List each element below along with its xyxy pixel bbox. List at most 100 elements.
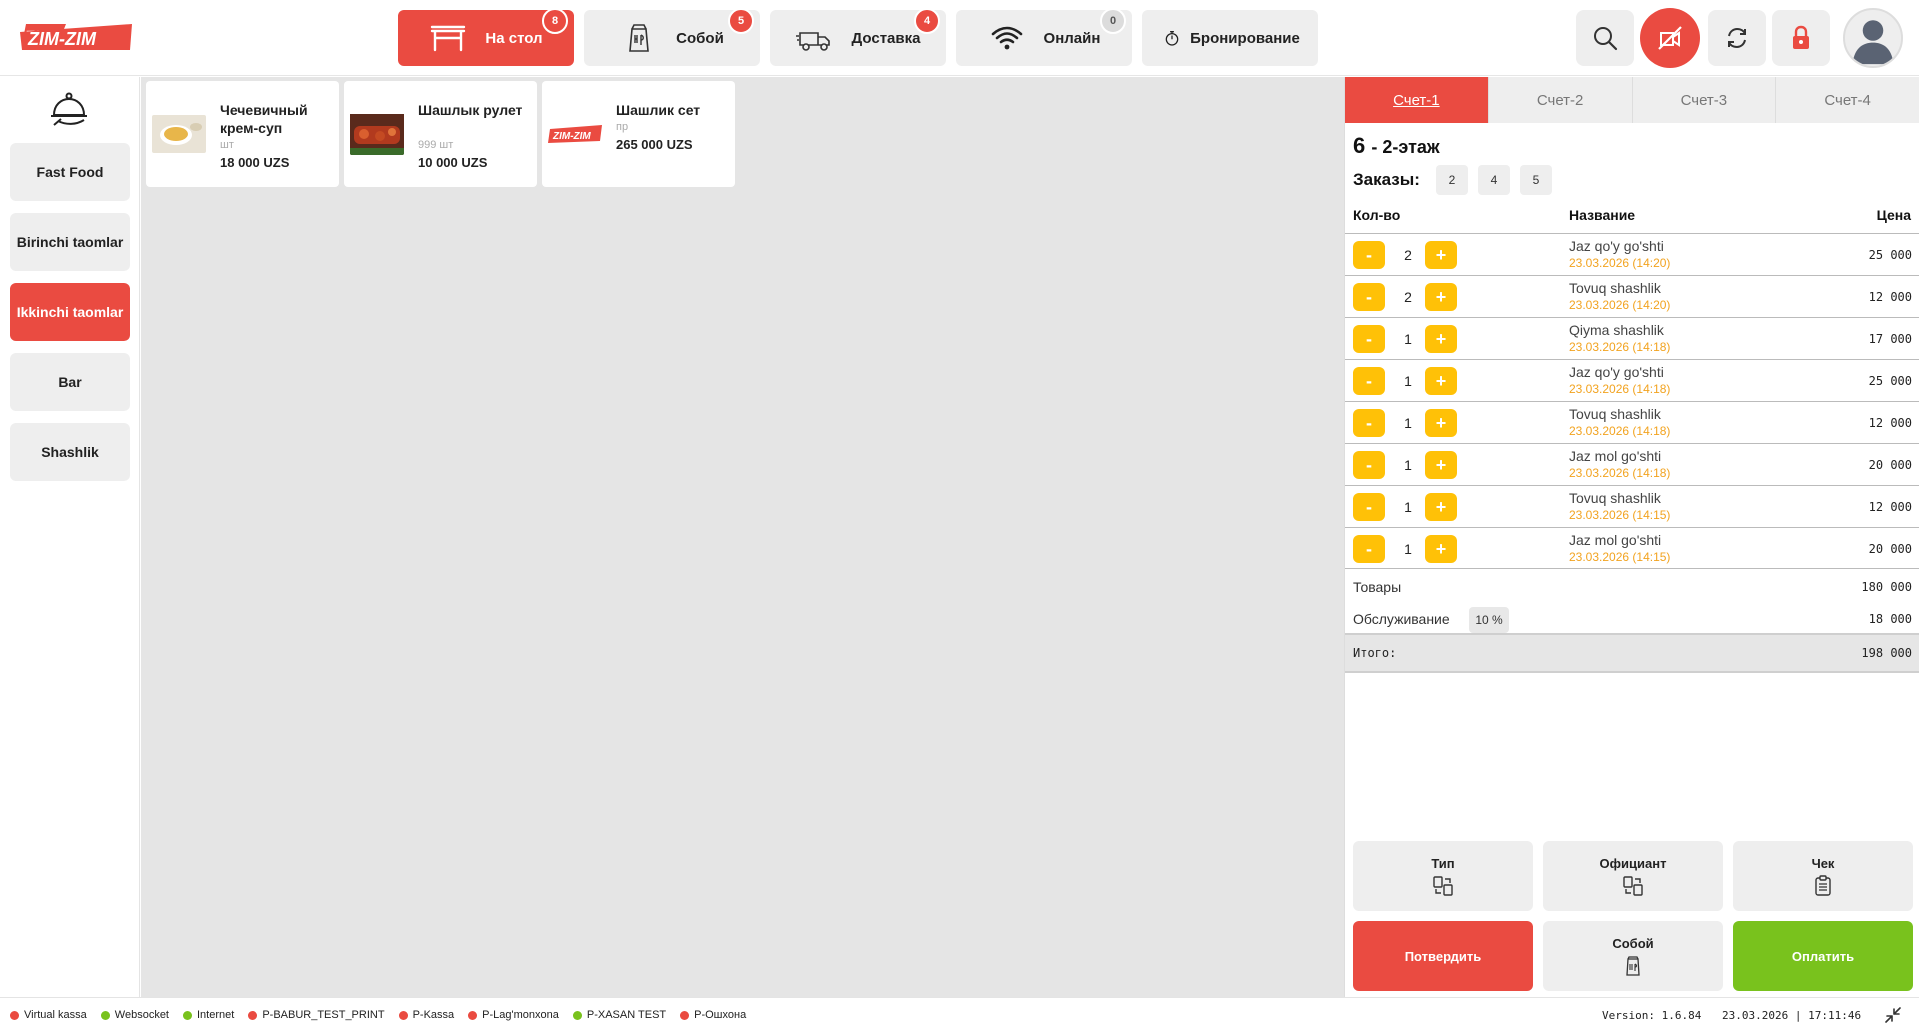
zim-zim-logo: ZIM ZIM-ZIM (20, 24, 132, 50)
search-button[interactable] (1576, 10, 1634, 66)
decrease-qty-button[interactable]: - (1353, 493, 1385, 521)
refresh-icon (1728, 27, 1746, 49)
status-label: Websocket (114, 1009, 169, 1021)
current-datetime: 23.03.2026 | 17:11:46 (1722, 1009, 1862, 1022)
tab-bill-3[interactable]: Счет-3 (1632, 77, 1777, 123)
product-price: 10 000 UZS (418, 155, 488, 170)
increase-qty-button[interactable]: + (1425, 325, 1457, 353)
order-item-row: - 1 + Tovuq shashlik 23.03.2026 (14:15) 12 00… (1345, 485, 1919, 527)
swap-icon (1623, 875, 1643, 896)
qty-column-header: Кол-во (1353, 207, 1401, 223)
status-dot-icon (468, 1010, 478, 1020)
delivery-truck-icon (795, 32, 830, 51)
item-timestamp: 23.03.2026 (14:15) (1569, 508, 1671, 522)
tab-bill-2[interactable]: Счет-2 (1488, 77, 1633, 123)
price-column-header: Цена (1876, 207, 1911, 223)
decrease-qty-button[interactable]: - (1353, 241, 1385, 269)
order-chip[interactable]: 5 (1519, 165, 1552, 195)
nav-label: Доставка (851, 29, 921, 47)
swap-icon (1433, 875, 1453, 896)
connection-status-list: Virtual kassa Websocket Internet P-BABUR_TE… (10, 1009, 746, 1021)
decrease-qty-button[interactable]: - (1353, 325, 1385, 353)
item-name: Jaz mol go'shti (1569, 532, 1662, 548)
status-dot-icon (248, 1010, 258, 1020)
item-name: Qiyma shashlik (1569, 322, 1664, 338)
order-count-badge: 5 (728, 8, 754, 34)
item-name: Tovuq shashlik (1569, 490, 1661, 506)
increase-qty-button[interactable]: + (1425, 409, 1457, 437)
item-name: Jaz qo'y go'shti (1569, 238, 1664, 254)
order-panel: Счет-1 Счет-2 Счет-3 Счет-4 6 - 2-этаж З… (1344, 77, 1919, 997)
increase-qty-button[interactable]: + (1425, 535, 1457, 563)
disable-camera-button[interactable] (1640, 8, 1700, 68)
timer-icon (1165, 31, 1179, 46)
product-name: Шашлик сет (616, 102, 701, 118)
item-quantity: 2 (1404, 247, 1412, 263)
refresh-button[interactable] (1708, 10, 1766, 66)
status-dot-icon (100, 1010, 110, 1020)
decrease-qty-button[interactable]: - (1353, 535, 1385, 563)
increase-qty-button[interactable]: + (1425, 493, 1457, 521)
increase-qty-button[interactable]: + (1425, 241, 1457, 269)
no-camera-icon (1658, 26, 1682, 50)
order-count-badge: 0 (1100, 8, 1126, 34)
nav-online-button[interactable]: Онлайн 0 (956, 8, 1132, 66)
top-bar: ZIM ZIM-ZIM На стол 8 Собой 5 Доставка 4… (0, 0, 1919, 76)
receipt-label: Чек (1811, 855, 1835, 871)
item-name: Jaz qo'y go'shti (1569, 364, 1664, 380)
receipt-button[interactable]: Чек (1733, 841, 1913, 911)
category-ikkinchi-taomlar[interactable]: Ikkinchi taomlar (10, 283, 130, 341)
status-indicator: Internet (183, 1009, 234, 1021)
product-price: 265 000 UZS (616, 137, 693, 152)
confirm-button[interactable]: Потвердить (1353, 921, 1533, 991)
takeaway-button[interactable]: Собой (1543, 921, 1723, 991)
nav-delivery-button[interactable]: Доставка 4 (770, 8, 946, 66)
goods-label: Товары (1353, 579, 1402, 595)
status-dot-icon (10, 1010, 19, 1020)
item-timestamp: 23.03.2026 (14:15) (1569, 550, 1671, 564)
decrease-qty-button[interactable]: - (1353, 451, 1385, 479)
category-sidebar: Fast Food Birinchi taomlar Ikkinchi taom… (0, 77, 140, 997)
product-unit: пр (616, 121, 629, 133)
lock-icon (1793, 25, 1809, 49)
table-icon (431, 25, 466, 52)
item-timestamp: 23.03.2026 (14:18) (1569, 424, 1671, 438)
nav-reservation-button[interactable]: Бронирование (1142, 10, 1318, 66)
category-fast-food[interactable]: Fast Food (10, 143, 130, 201)
table-location: - 2-этаж (1371, 137, 1440, 157)
order-chip[interactable]: 4 (1477, 165, 1510, 195)
decrease-qty-button[interactable]: - (1353, 409, 1385, 437)
increase-qty-button[interactable]: + (1425, 451, 1457, 479)
collapse-icon[interactable] (1882, 1004, 1904, 1026)
nav-label: Онлайн (1043, 29, 1101, 47)
increase-qty-button[interactable]: + (1425, 283, 1457, 311)
confirm-label: Потвердить (1404, 948, 1482, 964)
service-percent-chip[interactable]: 10 % (1469, 607, 1509, 633)
order-item-row: - 2 + Tovuq shashlik 23.03.2026 (14:20) 12 00… (1345, 275, 1919, 317)
order-chip[interactable]: 2 (1435, 165, 1468, 195)
decrease-qty-button[interactable]: - (1353, 283, 1385, 311)
total-value: 198 000 (1861, 646, 1912, 660)
category-bar[interactable]: Bar (10, 353, 130, 411)
pay-button[interactable]: Оплатить (1733, 921, 1913, 991)
lock-button[interactable] (1772, 10, 1830, 66)
product-card[interactable]: Чечевичный крем-суп шт 18 000 UZS (146, 81, 339, 187)
waiter-button[interactable]: Официант (1543, 841, 1723, 911)
product-card[interactable]: Шашлык рулет 999 шт 10 000 UZS (344, 81, 537, 187)
category-shashlik[interactable]: Shashlik (10, 423, 130, 481)
tab-bill-4[interactable]: Счет-4 (1776, 77, 1919, 123)
order-type-button[interactable]: Тип (1353, 841, 1533, 911)
user-avatar[interactable] (1843, 8, 1903, 68)
tab-bill-1[interactable]: Счет-1 (1345, 77, 1489, 123)
decrease-qty-button[interactable]: - (1353, 367, 1385, 395)
category-birinchi-taomlar[interactable]: Birinchi taomlar (10, 213, 130, 271)
item-quantity: 1 (1404, 331, 1412, 347)
increase-qty-button[interactable]: + (1425, 367, 1457, 395)
nav-takeaway-button[interactable]: Собой 5 (584, 8, 760, 66)
total-row: Итого: 198 000 (1345, 633, 1919, 673)
item-timestamp: 23.03.2026 (14:20) (1569, 298, 1671, 312)
nav-dine-in-button[interactable]: На стол 8 (398, 8, 574, 66)
product-photo (152, 115, 206, 153)
product-card[interactable]: ZIM-ZIM Шашлик сет пр 265 000 UZS (542, 81, 735, 187)
item-timestamp: 23.03.2026 (14:18) (1569, 340, 1671, 354)
